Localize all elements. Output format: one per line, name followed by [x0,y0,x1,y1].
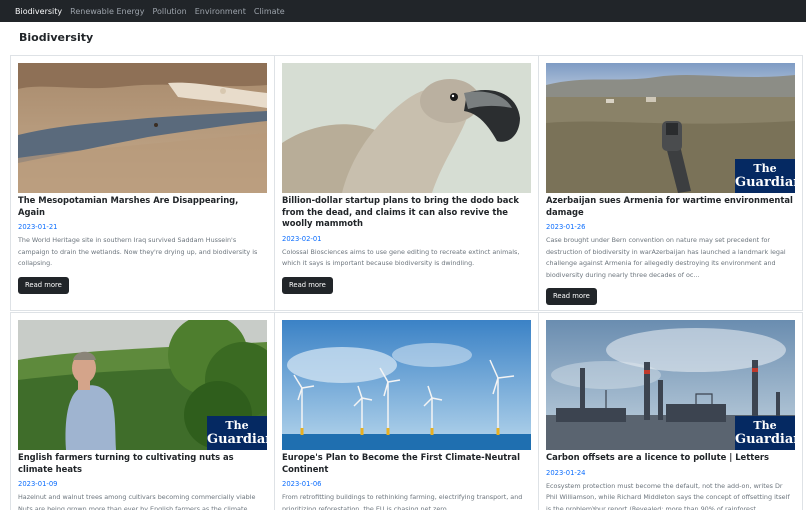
article-date: 2023-01-24 [546,468,586,477]
article-card: Europe's Plan to Become the First Climat… [274,312,539,510]
article-card: The Guardian Azerbaijan sues Armenia for… [538,55,803,311]
article-image-azerbaijan[interactable]: The Guardian [546,63,795,193]
article-date: 2023-02-01 [282,234,322,243]
article-card: The Mesopotamian Marshes Are Disappearin… [10,55,275,311]
article-image-wind-turbines[interactable] [282,320,531,450]
top-navbar: Biodiversity Renewable Energy Pollution … [0,0,806,22]
article-card: Billion-dollar startup plans to bring th… [274,55,539,311]
read-more-button[interactable]: Read more [282,276,333,294]
article-image-farmer[interactable]: The Guardian [18,320,267,450]
article-date: 2023-01-21 [18,223,58,231]
article-summary: Colossal Biosciences aims to use gene ed… [282,247,520,268]
read-more-button[interactable]: Read more [18,276,69,294]
guardian-logo: The Guardian [207,416,267,450]
article-date: 2023-01-09 [18,480,58,488]
article-title[interactable]: Azerbaijan sues Armenia for wartime envi… [546,195,796,218]
article-card: The Guardian Carbon offsets are a licenc… [538,312,803,510]
article-image-marshes[interactable] [18,63,267,193]
nav-item-climate[interactable]: Climate [254,7,285,16]
article-image-refinery[interactable]: The Guardian [546,320,795,450]
article-title[interactable]: Billion-dollar startup plans to bring th… [282,195,532,230]
article-image-dodo[interactable] [282,63,531,193]
article-date: 2023-01-26 [546,223,586,231]
article-date: 2023-01-06 [282,480,322,488]
article-card: The Guardian English farmers turning to … [10,312,275,510]
guardian-logo: The Guardian [735,416,795,450]
page-title: Biodiversity [19,31,94,44]
article-title[interactable]: Europe's Plan to Become the First Climat… [282,452,532,475]
article-title[interactable]: The Mesopotamian Marshes Are Disappearin… [18,195,268,218]
article-summary: Hazelnut and walnut trees among cultivar… [18,493,256,510]
nav-item-biodiversity[interactable]: Biodiversity [15,7,62,16]
read-more-button[interactable]: Read more [546,288,597,305]
article-summary: Case brought under Bern convention on na… [546,236,786,279]
nav-item-renewable-energy[interactable]: Renewable Energy [70,7,144,16]
article-title[interactable]: English farmers turning to cultivating n… [18,452,268,475]
nav-item-environment[interactable]: Environment [195,7,246,16]
nav-item-pollution[interactable]: Pollution [152,7,186,16]
article-summary: The World Heritage site in southern Iraq… [18,236,258,267]
article-summary: Ecosystem protection must become the def… [546,481,790,510]
article-summary: From retrofitting buildings to rethinkin… [282,493,523,510]
guardian-logo: The Guardian [735,159,795,193]
article-title[interactable]: Carbon offsets are a licence to pollute … [546,452,796,464]
